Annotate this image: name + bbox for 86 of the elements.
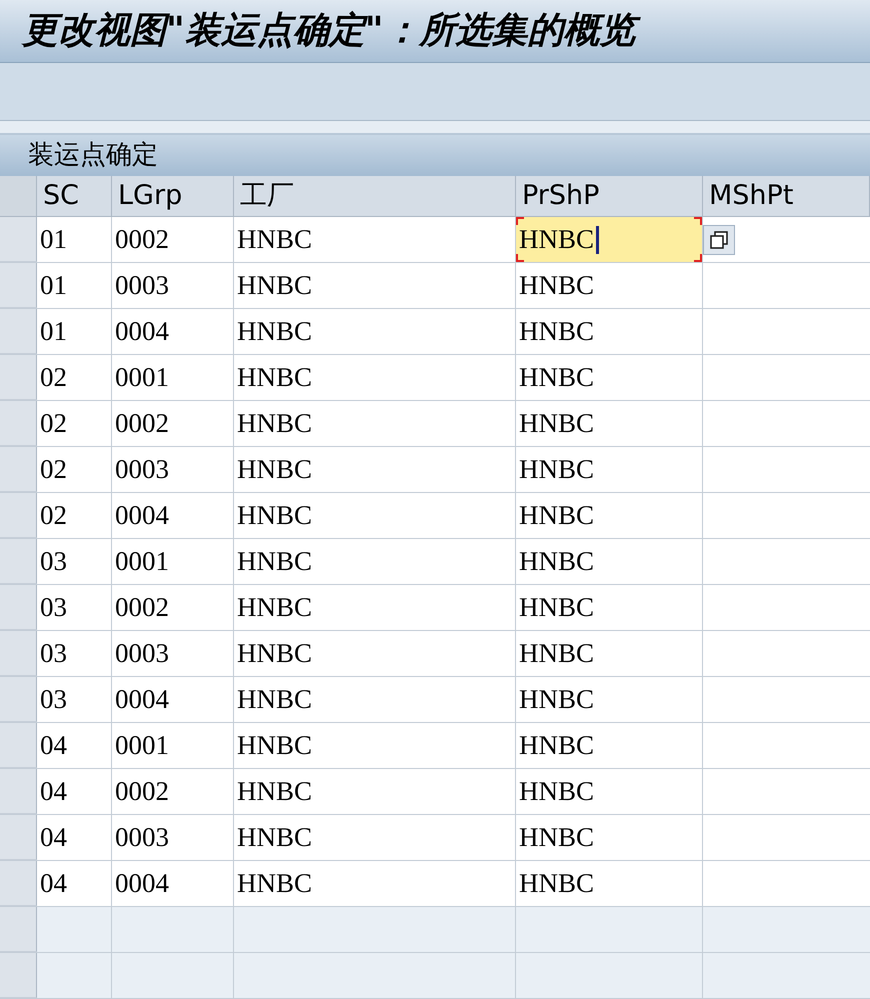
table-cell: 04 [37, 861, 112, 906]
table-title: 装运点确定 [28, 138, 158, 172]
table-cell: 0003 [112, 447, 234, 492]
row-selector[interactable] [0, 953, 37, 998]
table-cell: HNBC [234, 493, 516, 538]
column-header: MShPt [703, 176, 870, 216]
row-selector[interactable] [0, 723, 37, 768]
table-cell: 0002 [112, 585, 234, 630]
table-cell: HNBC [516, 493, 703, 538]
table-cell: 0002 [112, 769, 234, 814]
table-cell: HNBC [234, 309, 516, 354]
table-cell: 0001 [112, 355, 234, 400]
table-cell: HNBC [234, 677, 516, 722]
table-cell: HNBC [516, 631, 703, 676]
table-cell: 02 [37, 447, 112, 492]
column-header: 工厂 [234, 176, 516, 216]
table-cell: HNBC [516, 401, 703, 446]
table-cell: HNBC [516, 309, 703, 354]
select-all-cell[interactable] [0, 176, 37, 216]
table-cell: 0003 [112, 815, 234, 860]
table-cell: HNBC [516, 861, 703, 906]
table-cell: HNBC [516, 355, 703, 400]
table-cell: 03 [37, 677, 112, 722]
table-cell: 0004 [112, 861, 234, 906]
copy-icon [709, 230, 729, 250]
table-cell: 01 [37, 309, 112, 354]
row-selector[interactable] [0, 355, 37, 400]
table-cell: 03 [37, 585, 112, 630]
window-title: 更改视图"装运点确定"：所选集的概览 [22, 6, 650, 55]
row-selector[interactable] [0, 217, 37, 262]
table-cell: 04 [37, 815, 112, 860]
table-cell: 0004 [112, 493, 234, 538]
row-selector[interactable] [0, 263, 37, 308]
table-cell: HNBC [234, 769, 516, 814]
table-cell: HNBC [234, 585, 516, 630]
column-header: PrShP [516, 176, 703, 216]
row-selector[interactable] [0, 539, 37, 584]
table-cell: HNBC [234, 539, 516, 584]
table-cell: 0002 [112, 401, 234, 446]
table-cell: HNBC [516, 585, 703, 630]
table-cell: 0003 [112, 263, 234, 308]
row-selector[interactable] [0, 585, 37, 630]
table-cell: 03 [37, 539, 112, 584]
table-cell: HNBC [234, 631, 516, 676]
table-cell: HNBC [234, 815, 516, 860]
row-selector[interactable] [0, 861, 37, 906]
table-cell: HNBC [516, 815, 703, 860]
table-cell: 02 [37, 355, 112, 400]
table-cell: 0002 [112, 217, 234, 262]
row-selector[interactable] [0, 401, 37, 446]
row-selector[interactable] [0, 815, 37, 860]
table-cell: 0001 [112, 723, 234, 768]
row-selector[interactable] [0, 769, 37, 814]
table-cell: HNBC [516, 263, 703, 308]
table-cell: HNBC [234, 263, 516, 308]
row-selector[interactable] [0, 447, 37, 492]
table-cell: HNBC [516, 723, 703, 768]
row-selector[interactable] [0, 631, 37, 676]
table-cell: 04 [37, 723, 112, 768]
table-cell: HNBC [516, 539, 703, 584]
row-selector[interactable] [0, 677, 37, 722]
table-cell: 01 [37, 263, 112, 308]
table-cell: HNBC [234, 401, 516, 446]
value-help-button[interactable] [703, 224, 735, 254]
table-cell: 0004 [112, 309, 234, 354]
table-cell: HNBC [234, 723, 516, 768]
table-cell: 0004 [112, 677, 234, 722]
column-header: SC [37, 176, 112, 216]
table-cell: HNBC [234, 447, 516, 492]
table-cell: 02 [37, 493, 112, 538]
input-field[interactable]: HNBC [516, 217, 703, 262]
table-cell: 01 [37, 217, 112, 262]
row-selector[interactable] [0, 309, 37, 354]
table-cell: 04 [37, 769, 112, 814]
table-cell: 03 [37, 631, 112, 676]
row-selector[interactable] [0, 907, 37, 952]
table-cell: 0001 [112, 539, 234, 584]
column-header: LGrp [112, 176, 234, 216]
table-cell: HNBC [234, 861, 516, 906]
table-cell: 0003 [112, 631, 234, 676]
table-cell: HNBC [516, 769, 703, 814]
table-cell: 02 [37, 401, 112, 446]
table-cell: HNBC [516, 447, 703, 492]
row-selector[interactable] [0, 493, 37, 538]
table-cell: HNBC [516, 677, 703, 722]
table-cell: HNBC [234, 355, 516, 400]
